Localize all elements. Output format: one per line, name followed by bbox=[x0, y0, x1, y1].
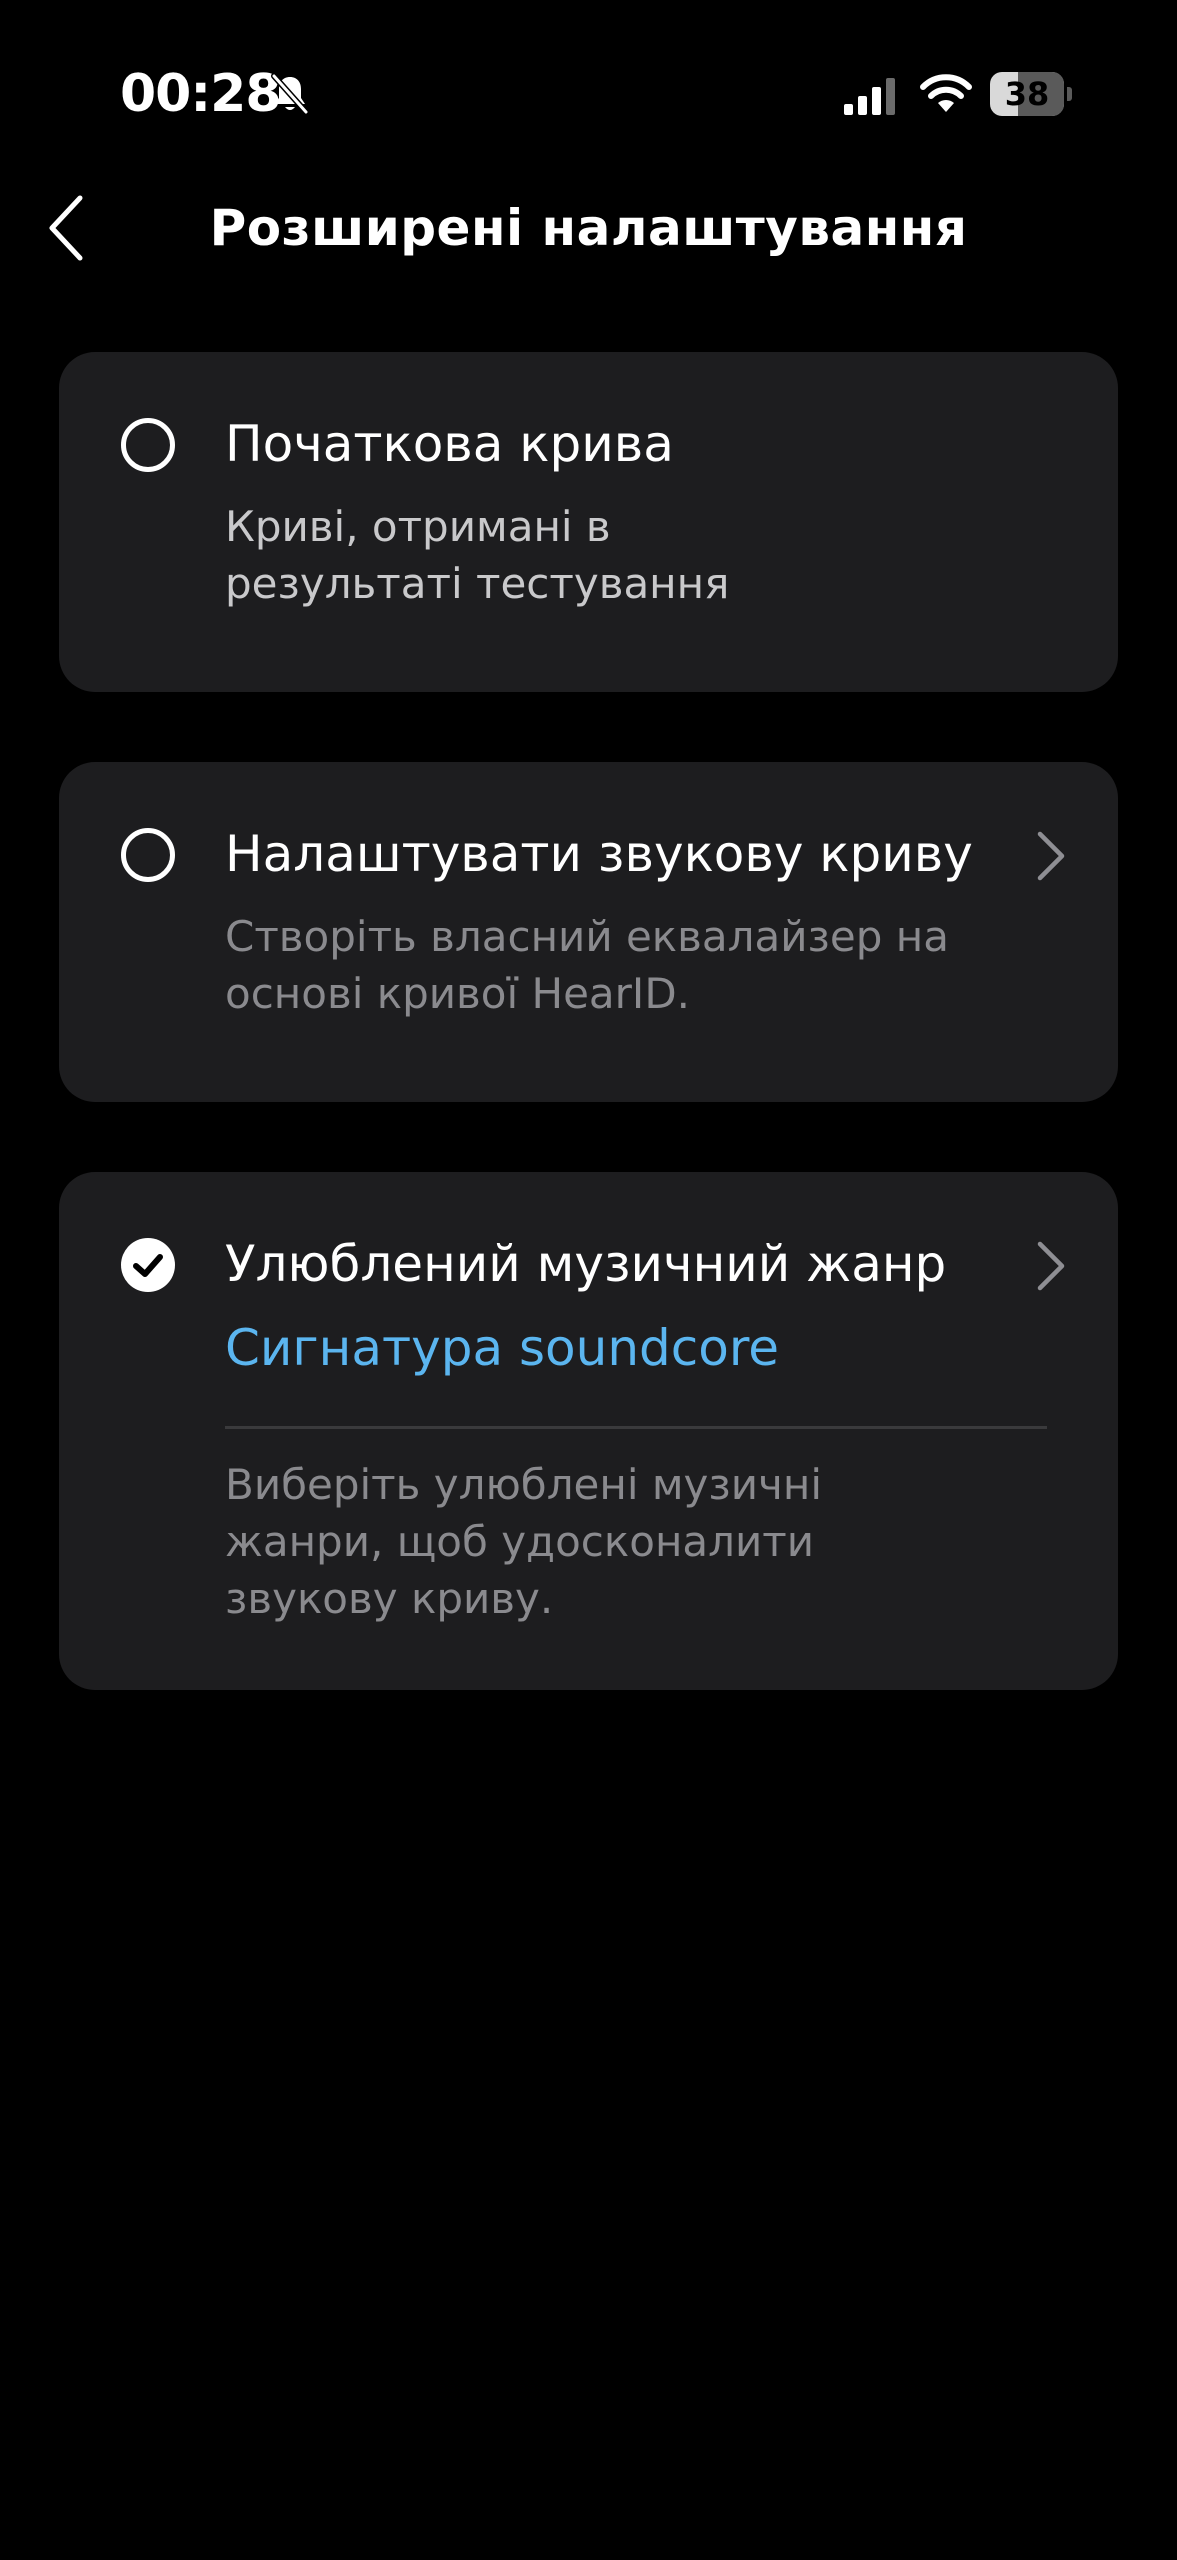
option-description: Виберіть улюблені музичні жанри, щоб удо… bbox=[225, 1460, 822, 1623]
radio-unchecked-icon[interactable] bbox=[121, 418, 175, 472]
option-title: Початкова крива bbox=[225, 415, 674, 473]
radio-unchecked-icon[interactable] bbox=[121, 828, 175, 882]
option-title: Налаштувати звукову криву bbox=[225, 825, 973, 883]
screen: 00:28 38 Розширені налаштування Початков… bbox=[0, 0, 1177, 2560]
battery-icon: 38 bbox=[990, 72, 1072, 116]
radio-checked-icon[interactable] bbox=[121, 1238, 175, 1292]
page-title: Розширені налаштування bbox=[209, 199, 968, 257]
selected-genre-link[interactable]: Сигнатура soundcore bbox=[225, 1316, 779, 1380]
option-card-initial-curve[interactable]: Початкова крива Криві, отримані в резуль… bbox=[59, 352, 1118, 692]
cellular-signal-icon bbox=[844, 78, 895, 115]
wifi-icon bbox=[920, 74, 972, 112]
status-bar: 00:28 38 bbox=[0, 0, 1177, 190]
option-title: Улюблений музичний жанр bbox=[225, 1235, 947, 1293]
battery-nub bbox=[1067, 87, 1072, 101]
battery-level: 38 bbox=[1004, 75, 1050, 113]
checkmark-icon bbox=[133, 1254, 163, 1277]
bell-slash-icon bbox=[271, 73, 309, 115]
chevron-right-icon[interactable] bbox=[1030, 826, 1070, 886]
option-description: Створіть власний еквалайзер на основі кр… bbox=[225, 912, 949, 1018]
chevron-right-icon[interactable] bbox=[1030, 1236, 1070, 1296]
option-description: Криві, отримані в результаті тестування bbox=[225, 502, 730, 608]
divider bbox=[225, 1426, 1047, 1429]
option-card-custom-curve[interactable]: Налаштувати звукову криву Створіть власн… bbox=[59, 762, 1118, 1102]
status-time: 00:28 bbox=[120, 64, 282, 124]
option-card-favorite-genre[interactable]: Улюблений музичний жанр Сигнатура soundc… bbox=[59, 1172, 1118, 1690]
battery-body: 38 bbox=[990, 72, 1064, 116]
